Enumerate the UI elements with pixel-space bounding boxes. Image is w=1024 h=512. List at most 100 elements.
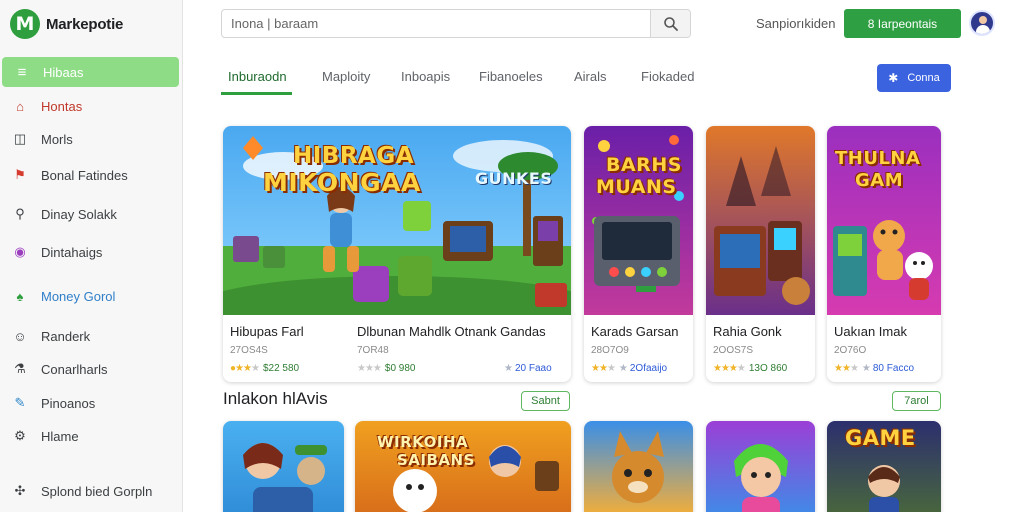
game-card[interactable]: HIBRAGA MIKONGAA GUNKES Hibupas Farl 27O… [223, 126, 571, 382]
sidebar-item-label: Money Gorol [41, 288, 116, 304]
game-card-small[interactable]: GAME [827, 421, 941, 512]
sidebar-item-label: Pinoanos [41, 395, 96, 411]
game-card[interactable]: Rahia Gonk 2OOS7S ★★★★ 13O 860 [706, 126, 815, 382]
sidebar-item-label: Bonal Fatindes [41, 167, 128, 183]
gift-icon: ⚑ [14, 167, 26, 182]
cta-button[interactable]: 8 Iarpeontais [844, 9, 961, 38]
game-meta: ★★★ ★ 80 Facco [834, 363, 914, 374]
logo-icon: M [10, 9, 40, 39]
rating-stars: ★★★ [834, 363, 859, 374]
game-artwork [612, 431, 664, 503]
game-subtitle: 2O76O [834, 345, 867, 356]
game-price: 2Ofaaijo [629, 363, 668, 374]
sidebar-item-home[interactable]: ≡ Hibaas [2, 57, 179, 87]
sidebar-item-label: Splond bied Gorpln [41, 483, 153, 499]
sidebar-item-hontas[interactable]: ⌂ Hontas [0, 91, 183, 121]
art-title-line-1: BARHS [606, 154, 682, 176]
game-card-small[interactable] [706, 421, 815, 512]
user-icon: ☺ [13, 328, 27, 344]
sidebar-item-hlame[interactable]: ⚙ Hlame [0, 421, 183, 451]
game-price-alt: $0 980 [384, 363, 416, 374]
avatar[interactable] [969, 10, 995, 36]
sidebar-item-label: Hontas [41, 98, 83, 114]
game-card[interactable]: BARHS MUANS Karads Garsan 28O7O9 ★★★ ★ 2… [584, 126, 693, 382]
sidebar-item-dinay[interactable]: ⚲ Dinay Solakk [0, 199, 183, 229]
filter-button[interactable]: ✱ Conna [877, 64, 951, 92]
rating-stars: ●★★★ [230, 363, 260, 374]
game-card-small[interactable]: WIRKOIHA SAIBANS [355, 421, 571, 512]
chart-icon: ⚗ [14, 361, 26, 376]
sidebar-item-bonal[interactable]: ⚑ Bonal Fatindes [0, 160, 183, 190]
sidebar-item-label: Dinay Solakk [41, 206, 117, 222]
rating-stars: ★★★ [357, 363, 382, 374]
sidebar-item-randerk[interactable]: ☺ Randerk [0, 321, 183, 351]
filter-label: Conna [907, 72, 940, 84]
game-title: Uakıan Imak [834, 324, 907, 339]
sidebar-item-label: Morls [41, 131, 73, 147]
game-artwork [706, 126, 815, 315]
menu-icon: ≡ [17, 63, 27, 81]
search-person-icon: ⚲ [15, 206, 25, 221]
tab-fibanoeles[interactable]: Fibanoeles [479, 69, 543, 84]
search-button[interactable] [650, 10, 690, 37]
game-price: 80 Facco [872, 363, 915, 374]
brand-logo[interactable]: M Markepotie [10, 8, 123, 40]
game-meta: ●★★★ $22 580 [230, 363, 299, 374]
sidebar-item-morls[interactable]: ◫ Morls [0, 124, 183, 154]
avatar-body [976, 25, 990, 34]
active-tab-indicator [221, 92, 292, 95]
game-meta: ★★★ ★ 2Ofaaijo [591, 363, 667, 374]
star-icon: ★ [618, 363, 628, 374]
section-pill-7arol[interactable]: 7arol [892, 391, 941, 411]
brand-name: Markepotie [46, 15, 124, 33]
art-subtitle: GUNKES [475, 169, 553, 188]
sidebar: M Markepotie ≡ Hibaas ⌂ Hontas ◫ Morls ⚑… [0, 0, 183, 512]
controller-icon: ◉ [14, 244, 26, 259]
game-price-extra: ★ 20 Faao [504, 363, 552, 374]
signin-link[interactable]: Sanpiorıkiden [756, 16, 836, 31]
game-subtitle-alt: 7OR48 [357, 345, 389, 356]
sidebar-item-splond[interactable]: ✣ Splond bied Gorpln [0, 476, 183, 506]
game-artwork [734, 444, 788, 512]
sidebar-item-dintahaigs[interactable]: ◉ Dintahaigs [0, 237, 183, 267]
rating-stars: ★★★ [591, 363, 616, 374]
money-icon: ♠ [16, 288, 24, 304]
game-title: Hibupas Farl [230, 324, 304, 339]
game-title-alt: Dlbunan Mahdlk Otnank Gandas [357, 324, 546, 339]
star-icon: ★ [861, 363, 871, 374]
art-title-line-1: WIRKOIHA [377, 433, 469, 451]
gear-icon: ✣ [14, 483, 26, 498]
game-artwork: BARHS MUANS [584, 126, 693, 315]
art-title: GAME [845, 426, 916, 450]
settings-icon: ⚙ [14, 428, 26, 443]
game-card[interactable]: THULNA GAM Uakıan Imak 2O76O ★★★ ★ 80 Fa… [827, 126, 941, 382]
section-title: Inlakon hlAvis [223, 389, 328, 408]
sidebar-item-conarlharls[interactable]: ⚗ Conarlharls [0, 354, 183, 384]
game-subtitle: 27OS4S [230, 345, 268, 356]
game-subtitle: 28O7O9 [591, 345, 629, 356]
section-pill-sabnt[interactable]: Sabnt [521, 391, 570, 411]
sidebar-item-money[interactable]: ♠ Money Gorol [0, 281, 183, 311]
search-input[interactable] [222, 10, 650, 37]
art-title-line-2: SAIBANS [397, 451, 475, 469]
art-title-line-1: HIBRAGA [293, 143, 415, 169]
box-icon: ◫ [13, 131, 27, 146]
sidebar-item-label: Hlame [41, 428, 79, 444]
search-bar [221, 9, 691, 38]
sidebar-item-pinoanos[interactable]: ✎ Pinoanos [0, 388, 183, 418]
tab-fiokaded[interactable]: Fiokaded [641, 69, 694, 84]
tab-inboapis[interactable]: Inboapis [401, 69, 450, 84]
avatar-head [979, 16, 987, 24]
game-card-small[interactable] [223, 421, 344, 512]
sidebar-item-label: Dintahaigs [41, 244, 103, 260]
game-artwork [243, 443, 327, 512]
tab-inburaodn[interactable]: Inburaodn [228, 69, 287, 84]
rating-stars: ★★★★ [713, 363, 746, 374]
tab-airals[interactable]: Airals [574, 69, 607, 84]
tab-maploity[interactable]: Maploity [322, 69, 370, 84]
art-title-line-2: MIKONGAA [263, 168, 421, 197]
game-card-small[interactable] [584, 421, 693, 512]
pencil-icon: ✎ [14, 395, 26, 410]
game-artwork: HIBRAGA MIKONGAA GUNKES [223, 126, 571, 315]
sidebar-item-label: Conarlharls [41, 361, 108, 377]
